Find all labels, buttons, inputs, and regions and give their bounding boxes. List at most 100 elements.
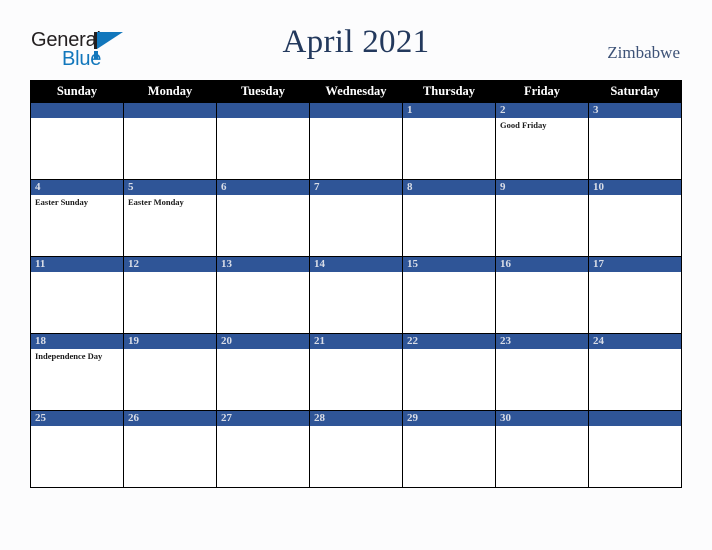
calendar-week-row: 1 2 Good Friday 3: [30, 102, 682, 180]
calendar-day-cell[interactable]: 17: [588, 256, 682, 334]
calendar-day-cell[interactable]: 13: [216, 256, 310, 334]
day-number: 5: [124, 180, 216, 195]
day-events: [496, 195, 588, 197]
day-number: 7: [310, 180, 402, 195]
calendar-day-cell[interactable]: 11: [30, 256, 124, 334]
day-events: [217, 272, 309, 274]
calendar-week-row: 11 12 13 14 15 16 17: [30, 256, 682, 334]
day-number: 21: [310, 334, 402, 349]
day-events: [403, 349, 495, 351]
weekday-header-friday: Friday: [495, 80, 589, 103]
day-number: [217, 103, 309, 118]
day-events: Easter Monday: [124, 195, 216, 208]
calendar-empty-cell[interactable]: [588, 410, 682, 488]
day-number: 17: [589, 257, 681, 272]
day-events: [403, 118, 495, 120]
day-events: [496, 272, 588, 274]
calendar-empty-cell[interactable]: [30, 102, 124, 180]
day-events: [217, 349, 309, 351]
calendar-body: 1 2 Good Friday 3 4 Easter Sunday 5 Easter Mond…: [30, 102, 682, 488]
day-number: [31, 103, 123, 118]
calendar-empty-cell[interactable]: [309, 102, 403, 180]
day-events: [589, 195, 681, 197]
day-number: 14: [310, 257, 402, 272]
calendar-day-cell[interactable]: 24: [588, 333, 682, 411]
calendar-day-cell[interactable]: 1: [402, 102, 496, 180]
calendar-day-cell[interactable]: 6: [216, 179, 310, 257]
calendar-day-cell[interactable]: 4 Easter Sunday: [30, 179, 124, 257]
day-events: [496, 426, 588, 428]
calendar-day-cell[interactable]: 27: [216, 410, 310, 488]
day-events: [496, 349, 588, 351]
holiday-label: Easter Sunday: [35, 197, 88, 207]
day-events: [310, 349, 402, 351]
calendar-day-cell[interactable]: 19: [123, 333, 217, 411]
holiday-label: Independence Day: [35, 351, 103, 361]
calendar-day-cell[interactable]: 20: [216, 333, 310, 411]
calendar-day-cell[interactable]: 12: [123, 256, 217, 334]
calendar-day-cell[interactable]: 28: [309, 410, 403, 488]
calendar-day-cell[interactable]: 2 Good Friday: [495, 102, 589, 180]
calendar-day-cell[interactable]: 18 Independence Day: [30, 333, 124, 411]
calendar-day-cell[interactable]: 9: [495, 179, 589, 257]
day-number: 29: [403, 411, 495, 426]
page-title: April 2021: [282, 24, 430, 60]
calendar-day-cell[interactable]: 29: [402, 410, 496, 488]
calendar-week-row: 25 26 27 28 29 30: [30, 410, 682, 488]
weekday-header-wednesday: Wednesday: [309, 80, 403, 103]
day-number: 19: [124, 334, 216, 349]
calendar-week-row: 18 Independence Day 19 20 21 22 23 24: [30, 333, 682, 411]
day-number: 22: [403, 334, 495, 349]
day-events: [589, 272, 681, 274]
calendar-day-cell[interactable]: 5 Easter Monday: [123, 179, 217, 257]
calendar-day-cell[interactable]: 30: [495, 410, 589, 488]
calendar-day-cell[interactable]: 22: [402, 333, 496, 411]
day-number: 6: [217, 180, 309, 195]
day-events: [310, 272, 402, 274]
calendar-empty-cell[interactable]: [123, 102, 217, 180]
day-events: Independence Day: [31, 349, 123, 362]
calendar-day-cell[interactable]: 8: [402, 179, 496, 257]
weekday-header-sunday: Sunday: [30, 80, 124, 103]
day-number: 9: [496, 180, 588, 195]
day-number: 12: [124, 257, 216, 272]
day-number: [589, 411, 681, 426]
calendar-empty-cell[interactable]: [216, 102, 310, 180]
calendar-day-cell[interactable]: 3: [588, 102, 682, 180]
weekday-header-thursday: Thursday: [402, 80, 496, 103]
day-events: [403, 195, 495, 197]
day-events: [124, 272, 216, 274]
day-events: [310, 426, 402, 428]
day-number: 8: [403, 180, 495, 195]
day-events: [31, 118, 123, 120]
page-header: General Blue April 2021 Zimbabwe: [0, 0, 712, 78]
weekday-header-saturday: Saturday: [588, 80, 682, 103]
calendar-day-cell[interactable]: 21: [309, 333, 403, 411]
day-events: [124, 349, 216, 351]
calendar-head: Sunday Monday Tuesday Wednesday Thursday…: [30, 80, 682, 103]
day-number: 24: [589, 334, 681, 349]
calendar-day-cell[interactable]: 23: [495, 333, 589, 411]
holiday-label: Easter Monday: [128, 197, 184, 207]
day-number: 27: [217, 411, 309, 426]
day-events: [217, 426, 309, 428]
weekday-header-monday: Monday: [123, 80, 217, 103]
day-number: 10: [589, 180, 681, 195]
day-events: [124, 118, 216, 120]
day-events: [310, 195, 402, 197]
calendar-day-cell[interactable]: 15: [402, 256, 496, 334]
day-events: [589, 426, 681, 428]
day-events: [217, 118, 309, 120]
day-number: 26: [124, 411, 216, 426]
day-number: [310, 103, 402, 118]
calendar-day-cell[interactable]: 7: [309, 179, 403, 257]
calendar-day-cell[interactable]: 25: [30, 410, 124, 488]
calendar-day-cell[interactable]: 10: [588, 179, 682, 257]
calendar-day-cell[interactable]: 14: [309, 256, 403, 334]
day-events: Easter Sunday: [31, 195, 123, 208]
day-number: 20: [217, 334, 309, 349]
day-events: Good Friday: [496, 118, 588, 131]
calendar-day-cell[interactable]: 26: [123, 410, 217, 488]
calendar-day-cell[interactable]: 16: [495, 256, 589, 334]
day-number: 30: [496, 411, 588, 426]
